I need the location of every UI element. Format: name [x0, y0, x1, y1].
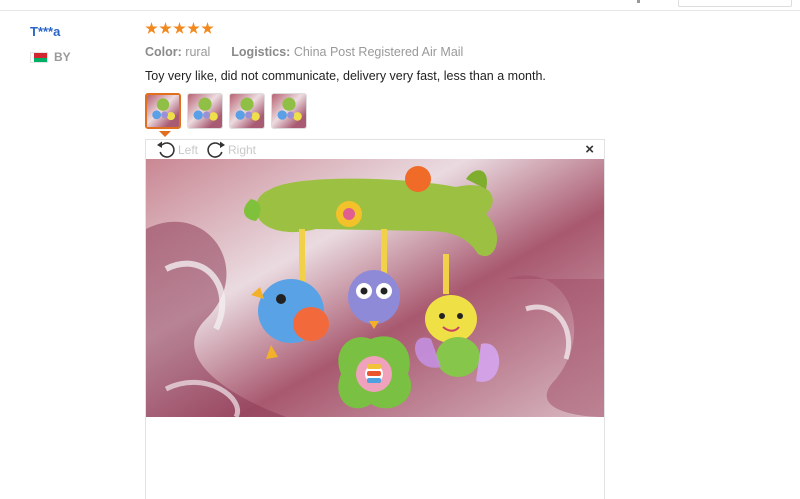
rotate-right-icon [207, 141, 225, 158]
country-code: BY [54, 50, 71, 64]
thumbnail-1[interactable] [145, 93, 181, 129]
reviewer-name[interactable]: T***a [30, 24, 60, 39]
review-text: Toy very like, did not communicate, deli… [145, 69, 546, 83]
thumbnail-4[interactable] [271, 93, 307, 129]
close-viewer-button[interactable]: × [585, 142, 594, 158]
color-label: Color: [145, 45, 182, 59]
belarus-flag-icon [30, 51, 48, 63]
rotate-right-button[interactable]: Right [206, 141, 256, 159]
rotate-left-button[interactable]: Left [156, 141, 198, 159]
top-divider [0, 10, 800, 11]
thumbnail-2[interactable] [187, 93, 223, 129]
rotate-right-label: Right [228, 143, 257, 157]
logistics-value: China Post Registered Air Mail [293, 45, 464, 59]
color-value: rural [185, 45, 211, 59]
star-icon [159, 22, 172, 34]
image-viewer: Left Right × [145, 139, 605, 499]
logistics-label: Logistics: [231, 45, 291, 59]
review-thumbnails [145, 93, 307, 129]
top-dropdown-edge[interactable] [678, 0, 792, 7]
star-icon [201, 22, 214, 34]
star-icon [173, 22, 186, 34]
star-icon [187, 22, 200, 34]
rotate-left-icon [157, 141, 175, 158]
rating-stars [145, 22, 214, 35]
active-thumbnail-pointer [159, 131, 171, 137]
star-icon [145, 22, 158, 34]
rotate-left-label: Left [178, 143, 199, 157]
review-photo-image [146, 159, 604, 417]
thumbnail-3[interactable] [229, 93, 265, 129]
reviewer-country: BY [30, 50, 71, 64]
review-photo [146, 159, 604, 417]
top-edge-mark [637, 0, 640, 3]
order-attributes: Color: rural Logistics: China Post Regis… [145, 45, 463, 59]
